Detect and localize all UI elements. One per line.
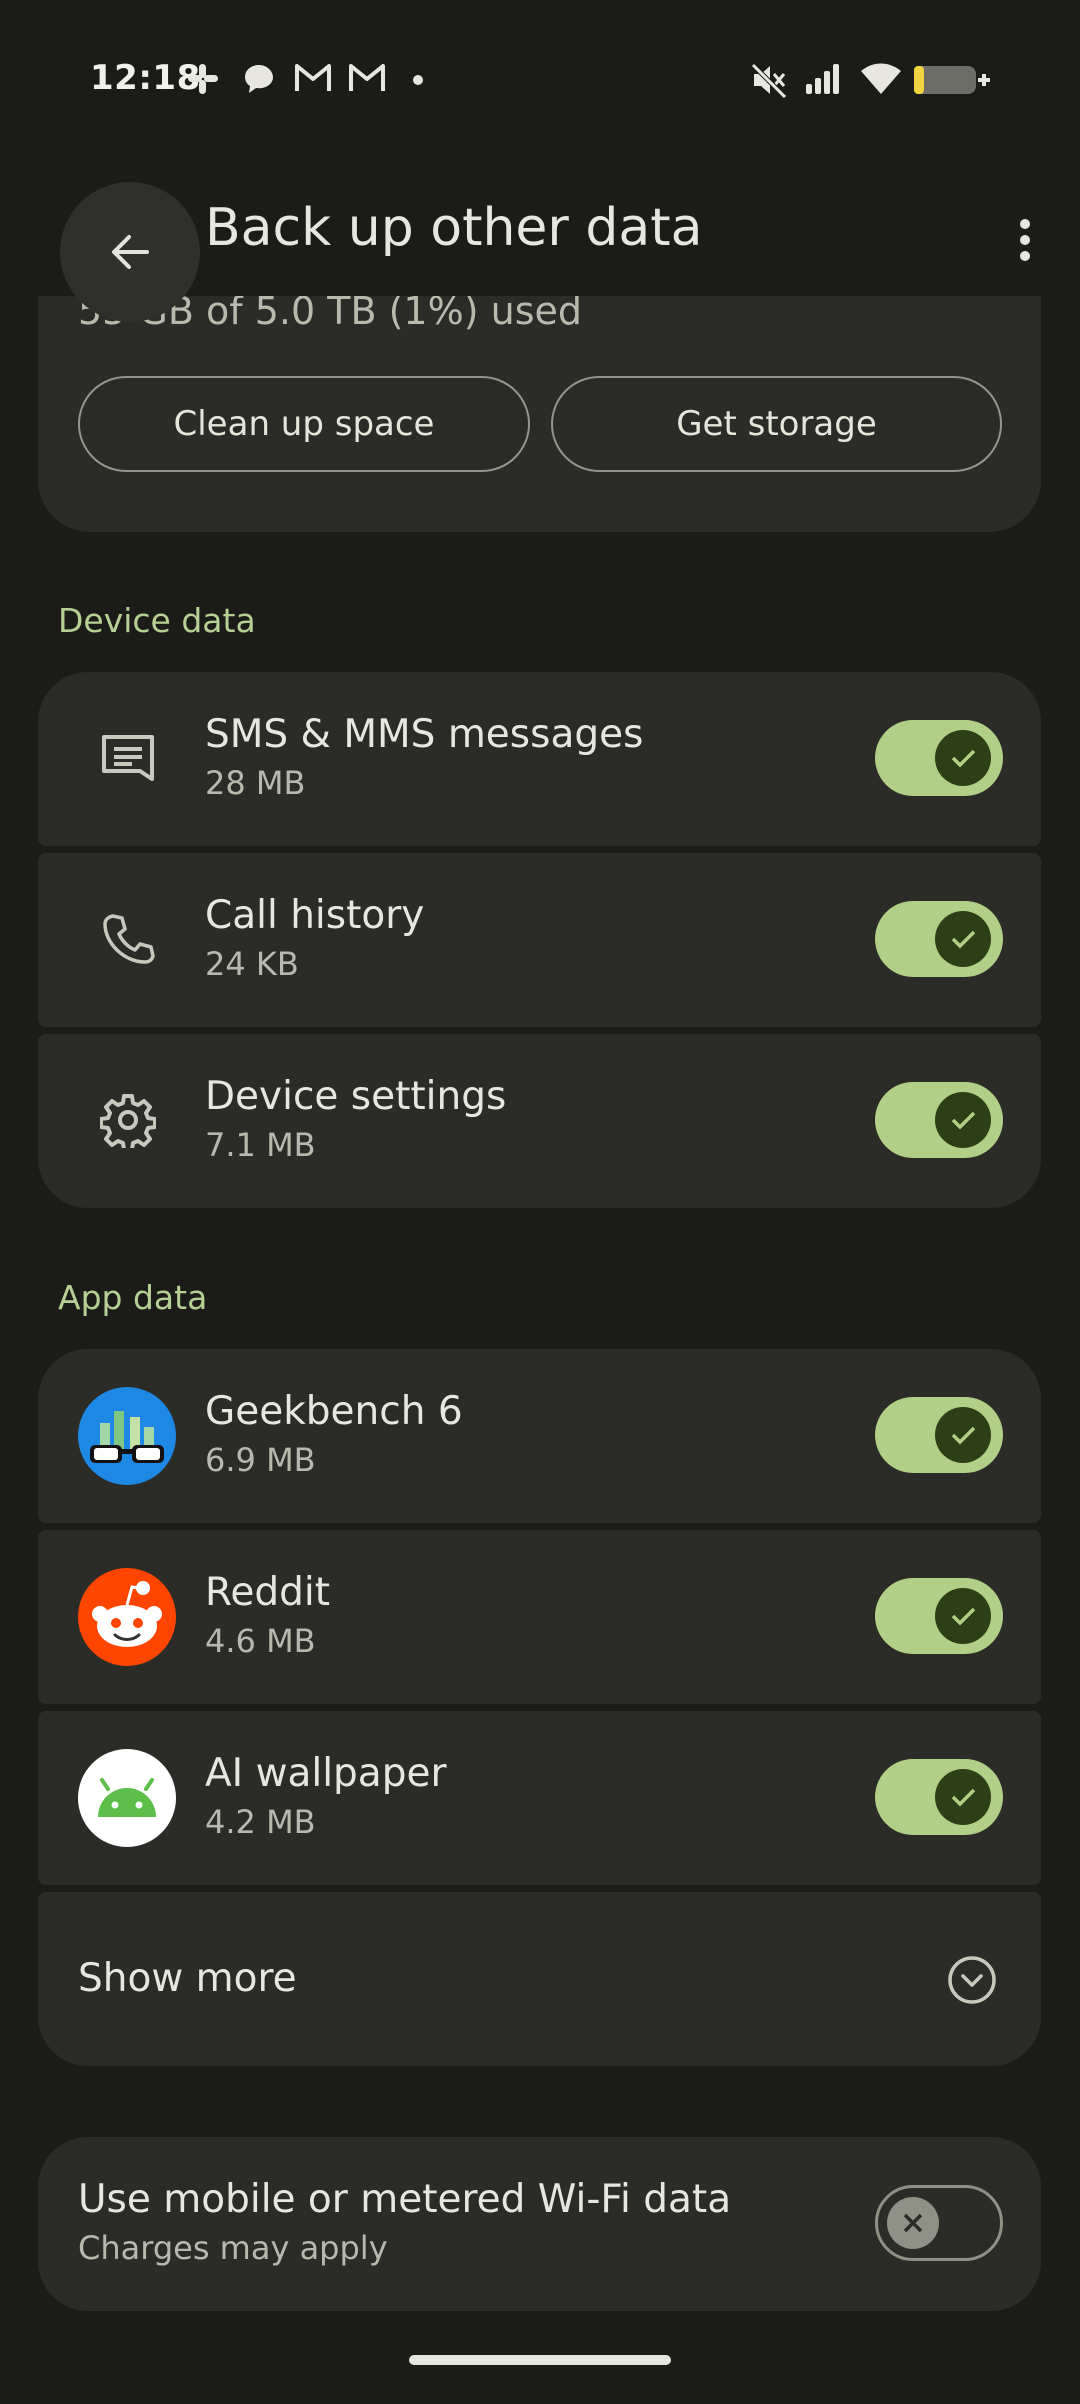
check-icon xyxy=(951,1111,976,1130)
signal-icon xyxy=(806,64,839,94)
ai-wallpaper-backup-toggle[interactable] xyxy=(875,1759,1003,1835)
phone-icon xyxy=(92,903,164,975)
sms-size: 28 MB xyxy=(205,764,306,802)
metered-title: Use mobile or metered Wi-Fi data xyxy=(78,2177,732,2222)
device-settings-backup-toggle[interactable] xyxy=(875,1082,1003,1158)
call-history-size: 24 KB xyxy=(205,945,299,983)
get-storage-button[interactable]: Get storage xyxy=(551,376,1002,472)
gmail-icon xyxy=(349,64,385,91)
call-history-backup-toggle[interactable] xyxy=(875,901,1003,977)
sms-title: SMS & MMS messages xyxy=(205,712,644,757)
sms-backup-toggle[interactable] xyxy=(875,720,1003,796)
geekbench-size: 6.9 MB xyxy=(205,1441,316,1479)
status-time: 12:18 xyxy=(90,58,201,98)
reddit-backup-toggle[interactable] xyxy=(875,1578,1003,1654)
metered-subtitle: Charges may apply xyxy=(78,2229,388,2267)
close-icon xyxy=(903,2213,923,2233)
ai-wallpaper-title: AI wallpaper xyxy=(205,1751,447,1796)
chevron-down-icon xyxy=(948,1956,996,2004)
mute-icon xyxy=(751,63,787,98)
reddit-size: 4.6 MB xyxy=(205,1622,316,1660)
status-bar: 12:18 xyxy=(0,0,1080,160)
check-icon xyxy=(951,1788,976,1807)
gear-icon xyxy=(92,1084,164,1156)
check-icon xyxy=(951,1426,976,1445)
battery-icon xyxy=(914,66,990,94)
section-heading-device-data: Device data xyxy=(58,601,256,640)
wifi-icon xyxy=(861,63,901,94)
ai-wallpaper-size: 4.2 MB xyxy=(205,1803,316,1841)
gmail-icon xyxy=(295,64,331,91)
gesture-nav-handle[interactable] xyxy=(409,2355,671,2365)
reddit-title: Reddit xyxy=(205,1570,330,1615)
chat-bubble-icon xyxy=(245,65,273,93)
metered-data-toggle[interactable] xyxy=(875,2185,1003,2261)
geekbench-icon xyxy=(78,1387,176,1485)
check-icon xyxy=(951,749,976,768)
device-settings-title: Device settings xyxy=(205,1074,507,1119)
call-history-title: Call history xyxy=(205,893,425,938)
check-icon xyxy=(951,930,976,949)
clean-up-space-button[interactable]: Clean up space xyxy=(78,376,530,472)
android-icon xyxy=(78,1749,176,1847)
check-icon xyxy=(951,1607,976,1626)
message-icon xyxy=(92,722,164,794)
geekbench-title: Geekbench 6 xyxy=(205,1389,463,1434)
page-title: Back up other data xyxy=(205,198,703,258)
arrow-back-icon xyxy=(112,235,149,269)
section-heading-app-data: App data xyxy=(58,1278,208,1317)
reddit-icon xyxy=(78,1568,176,1666)
slack-icon xyxy=(188,64,218,94)
back-button[interactable] xyxy=(60,182,200,322)
more-vert-icon xyxy=(1020,219,1030,261)
show-more-label: Show more xyxy=(78,1956,297,2001)
geekbench-backup-toggle[interactable] xyxy=(875,1397,1003,1473)
device-settings-size: 7.1 MB xyxy=(205,1126,316,1164)
overflow-menu-button[interactable] xyxy=(990,205,1060,275)
dot-icon xyxy=(413,75,423,85)
